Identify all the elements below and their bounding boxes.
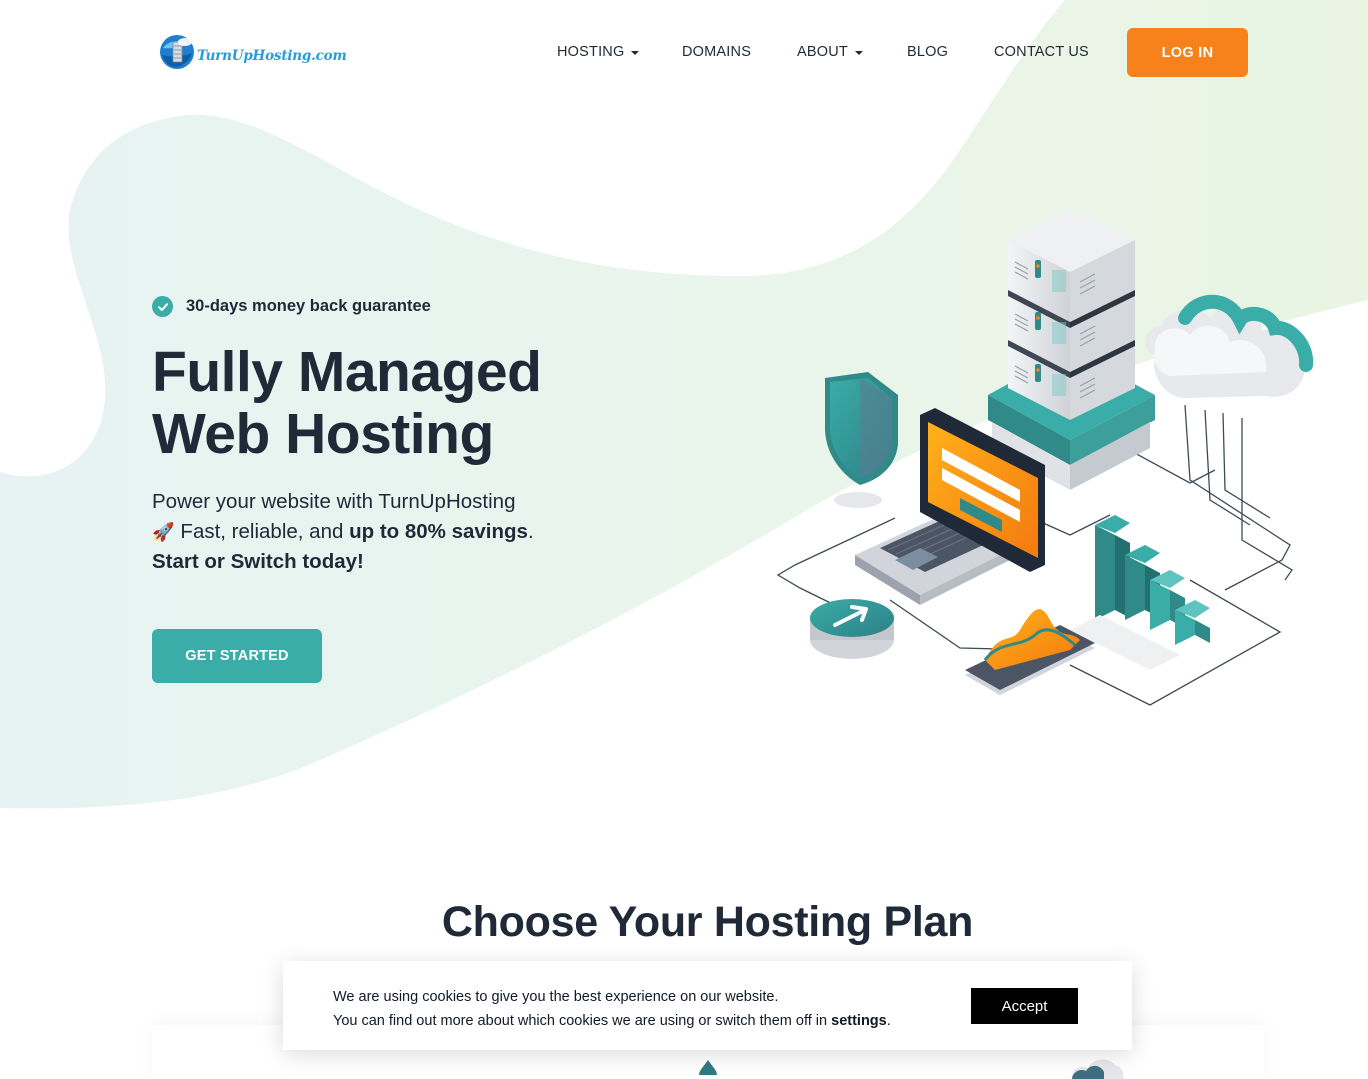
nav-about-label: ABOUT: [797, 44, 848, 60]
nav-hosting[interactable]: HOSTING: [557, 44, 640, 60]
nav-blog-label: BLOG: [907, 44, 949, 60]
nav-contact-label: CONTACT US: [994, 44, 1089, 60]
hosting-illustration: [776, 208, 1314, 706]
cookie-line2-suffix: .: [886, 1013, 891, 1029]
cookie-settings-link[interactable]: settings: [831, 1013, 887, 1029]
hero-title-line2: Web Hosting: [152, 402, 494, 466]
hero-title: Fully Managed Web Hosting: [152, 341, 712, 465]
hero-desc-part2: Fast, reliable, and: [180, 520, 344, 543]
guarantee-text: 30-days money back guarantee: [186, 297, 431, 315]
site-header: TurnUpHosting.com HOSTING DOMAINS ABOUT …: [0, 0, 1368, 105]
hero-desc-savings: up to 80% savings: [349, 520, 528, 543]
nav-domains-label: DOMAINS: [682, 44, 752, 60]
hero-section: 30-days money back guarantee Fully Manag…: [152, 296, 712, 683]
cookie-line1: We are using cookies to give you the bes…: [333, 989, 779, 1005]
cookie-banner: We are using cookies to give you the bes…: [283, 961, 1132, 1050]
hero-description: Power your website with TurnUpHosting 🚀 F…: [152, 487, 572, 577]
get-started-button[interactable]: GET STARTED: [152, 629, 322, 683]
hero-title-line1: Fully Managed: [152, 340, 542, 404]
rocket-icon: 🚀: [152, 522, 175, 542]
login-button[interactable]: LOG IN: [1127, 28, 1248, 77]
accept-cookies-button[interactable]: Accept: [971, 988, 1078, 1024]
cloud-icon: [1071, 1059, 1124, 1079]
cookie-message: We are using cookies to give you the bes…: [333, 985, 891, 1033]
caret-down-icon: [854, 50, 863, 55]
plans-title: Choose Your Hosting Plan: [441, 898, 974, 946]
nav-contact[interactable]: CONTACT US: [994, 44, 1089, 60]
cookie-line2: You can find out more about which cookie…: [333, 1013, 828, 1029]
nav-about[interactable]: ABOUT: [797, 44, 863, 60]
guarantee-badge: 30-days money back guarantee: [152, 296, 712, 317]
hero-desc-cta: Start or Switch today!: [152, 550, 364, 573]
check-circle-icon: [152, 296, 173, 317]
droplet-icon: [699, 1060, 717, 1075]
hero-desc-part1: Power your website with TurnUpHosting: [152, 490, 516, 513]
nav-hosting-label: HOSTING: [557, 44, 625, 60]
nav-blog[interactable]: BLOG: [907, 44, 948, 60]
hero-desc-period: .: [527, 520, 534, 543]
nav-domains[interactable]: DOMAINS: [682, 44, 751, 60]
caret-down-icon: [631, 50, 640, 55]
